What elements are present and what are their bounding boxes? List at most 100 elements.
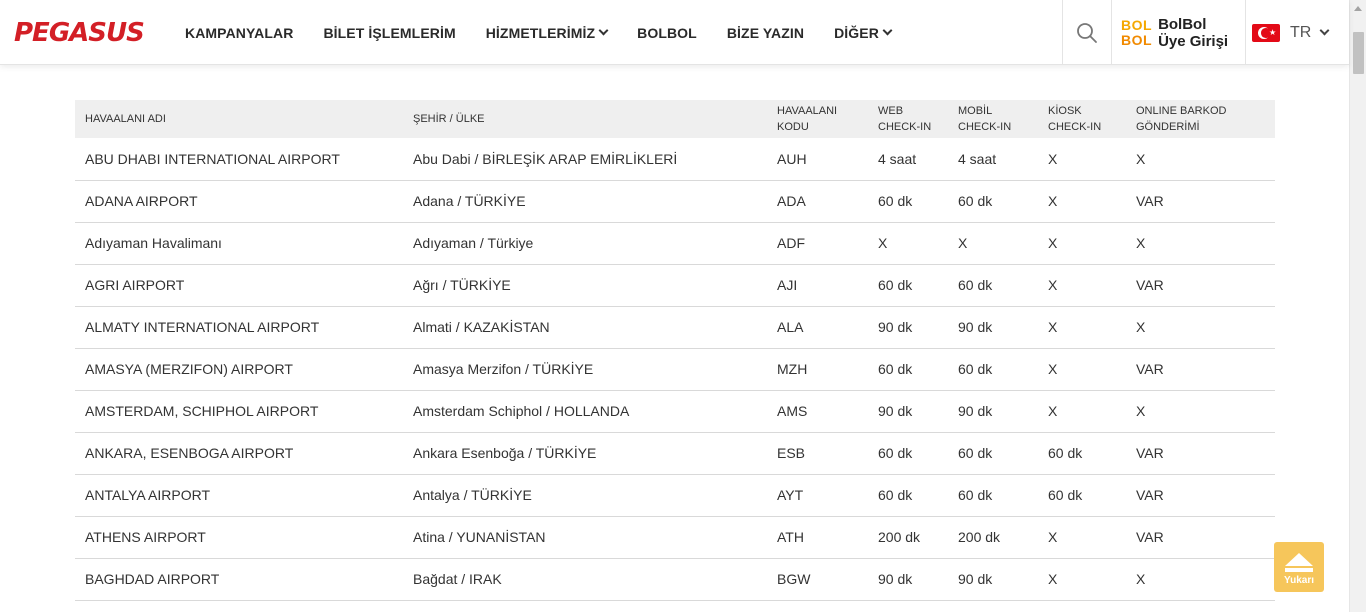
cell-web-checkin: 60 dk <box>868 264 948 307</box>
cell-kiosk-checkin: X <box>1038 264 1126 307</box>
table-row: AGRI AIRPORT Ağrı / TÜRKİYE AJI 60 dk 60 dk X… <box>75 264 1275 307</box>
cell-airport-name: BAGHDAD AIRPORT <box>75 558 403 601</box>
cell-airport-code: AJI <box>767 264 868 307</box>
cell-airport-name: Adıyaman Havalimanı <box>75 222 403 265</box>
cell-mobile-checkin: 60 dk <box>948 348 1038 391</box>
cell-mobile-checkin: 90 dk <box>948 558 1038 601</box>
cell-city-country: Amsterdam Schiphol / HOLLANDA <box>403 390 767 433</box>
cell-airport-code: ADF <box>767 222 868 265</box>
cell-city-country: Atina / YUNANİSTAN <box>403 516 767 559</box>
arrow-up-bar <box>1285 568 1313 572</box>
table-row: ANTALYA AIRPORT Antalya / TÜRKİYE AYT 60 dk… <box>75 474 1275 517</box>
nav-bilet-islemlerim[interactable]: BİLET İŞLEMLERİM <box>323 25 455 41</box>
cell-airport-name: ABU DHABI INTERNATIONAL AIRPORT <box>75 138 403 181</box>
nav-kampanyalar[interactable]: KAMPANYALAR <box>185 25 293 41</box>
cell-online-barcode: VAR <box>1126 264 1275 307</box>
cell-kiosk-checkin: X <box>1038 180 1126 223</box>
cell-mobile-checkin: 60 dk <box>948 180 1038 223</box>
cell-web-checkin: 4 saat <box>868 138 948 181</box>
language-label: TR <box>1290 23 1312 41</box>
cell-mobile-checkin: 60 dk <box>948 264 1038 307</box>
header-airport-code: HAVAALANI KODU <box>767 100 868 138</box>
cell-airport-name: ANTALYA AIRPORT <box>75 474 403 517</box>
cell-airport-name: AMSTERDAM, SCHIPHOL AIRPORT <box>75 390 403 433</box>
cell-kiosk-checkin: X <box>1038 306 1126 349</box>
cell-city-country: Adana / TÜRKİYE <box>403 180 767 223</box>
scroll-thumb[interactable] <box>1353 32 1364 74</box>
cell-city-country: Abu Dabi / BİRLEŞİK ARAP EMİRLİKLERİ <box>403 138 767 181</box>
nav-bize-yazin[interactable]: BİZE YAZIN <box>727 25 804 41</box>
main-nav: KAMPANYALAR BİLET İŞLEMLERİM HİZMETLERİM… <box>185 0 921 65</box>
cell-city-country: Adıyaman / Türkiye <box>403 222 767 265</box>
cell-web-checkin: 60 dk <box>868 432 948 475</box>
table-row: ADANA AIRPORT Adana / TÜRKİYE ADA 60 dk 60 d… <box>75 180 1275 223</box>
cell-kiosk-checkin: X <box>1038 348 1126 391</box>
cell-web-checkin: 90 dk <box>868 306 948 349</box>
scroll-up-arrow-icon[interactable] <box>1354 6 1362 11</box>
table-body: ABU DHABI INTERNATIONAL AIRPORT Abu Dabi … <box>75 138 1275 601</box>
chevron-down-icon <box>882 25 893 36</box>
table-header-row: HAVAALANI ADI ŞEHİR / ÜLKE HAVAALANI KOD… <box>75 100 1275 138</box>
cell-web-checkin: 90 dk <box>868 558 948 601</box>
cell-online-barcode: X <box>1126 222 1275 265</box>
cell-online-barcode: VAR <box>1126 348 1275 391</box>
cell-city-country: Ağrı / TÜRKİYE <box>403 264 767 307</box>
table-row: AMSTERDAM, SCHIPHOL AIRPORT Amsterdam Sch… <box>75 390 1275 433</box>
language-selector[interactable]: ★ TR <box>1252 0 1330 65</box>
cell-airport-code: AYT <box>767 474 868 517</box>
cell-city-country: Ankara Esenboğa / TÜRKİYE <box>403 432 767 475</box>
cell-online-barcode: X <box>1126 558 1275 601</box>
bolbol-logo-top: BOL <box>1121 16 1153 33</box>
airport-checkin-table: HAVAALANI ADI ŞEHİR / ÜLKE HAVAALANI KOD… <box>75 100 1275 601</box>
nav-diger[interactable]: DİĞER <box>834 24 893 41</box>
cell-online-barcode: VAR <box>1126 474 1275 517</box>
cell-airport-code: ATH <box>767 516 868 559</box>
header-airport-name: HAVAALANI ADI <box>75 100 403 138</box>
header-online-barcode: ONLINE BARKOD GÖNDERİMİ <box>1126 100 1275 138</box>
bolbol-line1: BolBol <box>1158 15 1207 33</box>
cell-online-barcode: VAR <box>1126 516 1275 559</box>
nav-kampanyalar-label: KAMPANYALAR <box>185 24 294 41</box>
table-row: AMASYA (MERZIFON) AIRPORT Amasya Merzifon… <box>75 348 1275 391</box>
cell-mobile-checkin: 60 dk <box>948 474 1038 517</box>
table-row: ALMATY INTERNATIONAL AIRPORT Almati / KAZ… <box>75 306 1275 349</box>
search-icon <box>1077 22 1097 43</box>
chevron-down-icon <box>598 25 609 36</box>
cell-web-checkin: 90 dk <box>868 390 948 433</box>
back-to-top-button[interactable]: Yukarı <box>1274 542 1324 592</box>
page-scrollbar[interactable] <box>1349 0 1366 612</box>
cell-airport-name: ATHENS AIRPORT <box>75 516 403 559</box>
bolbol-login-button[interactable]: BOL BOL BolBol Üye Girişi <box>1112 0 1246 65</box>
table-row: ANKARA, ESENBOGA AIRPORT Ankara Esenboğa … <box>75 432 1275 475</box>
pegasus-logo[interactable]: PEGASUS <box>14 18 145 48</box>
cell-airport-name: ALMATY INTERNATIONAL AIRPORT <box>75 306 403 349</box>
turkey-flag-icon: ★ <box>1252 23 1280 42</box>
table-row: BAGHDAD AIRPORT Bağdat / IRAK BGW 90 dk 90 d… <box>75 558 1275 601</box>
cell-airport-code: ALA <box>767 306 868 349</box>
table-row: ATHENS AIRPORT Atina / YUNANİSTAN ATH 200 d… <box>75 516 1275 559</box>
cell-mobile-checkin: 4 saat <box>948 138 1038 181</box>
cell-airport-code: BGW <box>767 558 868 601</box>
nav-bilet-islemlerim-label: BİLET İŞLEMLERİM <box>323 24 456 41</box>
nav-bolbol[interactable]: BOLBOL <box>637 25 697 41</box>
search-button[interactable] <box>1062 0 1112 65</box>
cell-web-checkin: 60 dk <box>868 180 948 223</box>
cell-mobile-checkin: 200 dk <box>948 516 1038 559</box>
table-row: Adıyaman Havalimanı Adıyaman / Türkiye ADF… <box>75 222 1275 265</box>
cell-online-barcode: VAR <box>1126 432 1275 475</box>
header-mobile-checkin: MOBİL CHECK-IN <box>948 100 1038 138</box>
bolbol-logo-bottom: BOL <box>1121 31 1153 48</box>
back-to-top-label: Yukarı <box>1283 575 1315 586</box>
cell-kiosk-checkin: X <box>1038 558 1126 601</box>
nav-hizmetlerimiz[interactable]: HİZMETLERİMİZ <box>486 25 609 41</box>
cell-mobile-checkin: 90 dk <box>948 390 1038 433</box>
cell-airport-name: AMASYA (MERZIFON) AIRPORT <box>75 348 403 391</box>
cell-airport-name: ADANA AIRPORT <box>75 180 403 223</box>
bolbol-login-label: BolBol Üye Girişi <box>1158 16 1228 50</box>
nav-diger-label: DİĞER <box>834 24 879 41</box>
cell-mobile-checkin: 90 dk <box>948 306 1038 349</box>
cell-airport-code: AUH <box>767 138 868 181</box>
cell-mobile-checkin: 60 dk <box>948 432 1038 475</box>
cell-kiosk-checkin: 60 dk <box>1038 432 1126 475</box>
cell-kiosk-checkin: X <box>1038 390 1126 433</box>
